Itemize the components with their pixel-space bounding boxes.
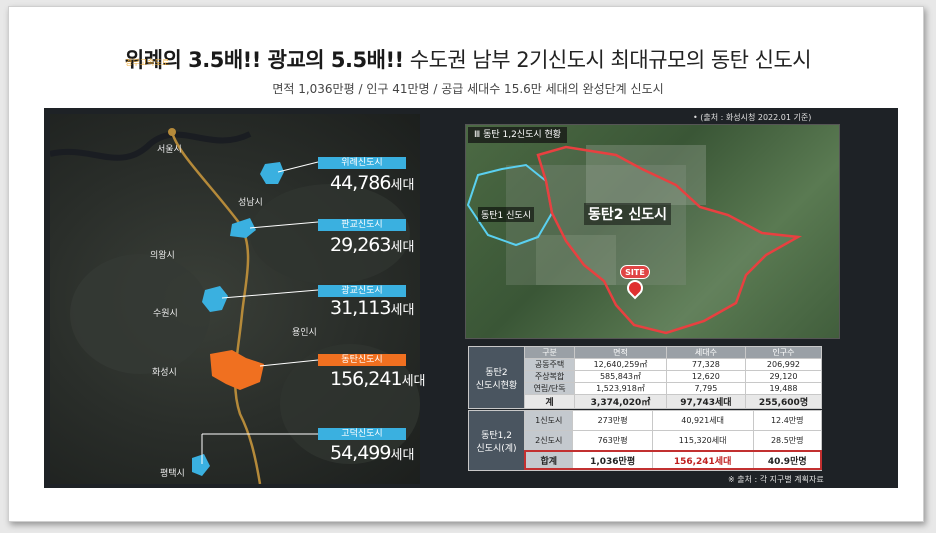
town-label-godeok: 고덕신도시 [318,428,406,440]
city-seoul: 서울시 [157,145,182,155]
table-cell: 585,843㎡ [574,370,667,383]
table-header: 인구수 [744,346,823,359]
dongtan2-table: 동탄2 신도시현황 구분 면적 세대수 인구수 공동주택 12,640,259㎡… [468,346,823,409]
town-count-pangyo: 29,263세대 [330,234,415,256]
table-cell: 1,523,918㎡ [574,382,667,395]
table-cell: 206,992 [744,358,823,371]
table-row: 동탄1,2 신도시(계) 1신도시 273만평 40,921세대 12.4만명 [468,410,822,471]
table-cell: 2신도시 [523,430,574,451]
city-pyeongtaek: 평택시 [160,469,185,479]
headline-rest: 수도권 남부 2기신도시 최대규모의 동탄 신도시 [403,48,812,72]
city-hwaseong: 화성시 [152,368,177,378]
table-cell: 763만평 [572,430,653,451]
table-cell: 주상복합 [523,370,576,383]
site-badge: SITE [620,265,650,279]
table-cell: 29,120 [744,370,823,383]
table-cell: 19,488 [744,382,823,395]
table-cell: 12,640,259㎡ [574,358,667,371]
city-uiwang: 의왕시 [150,251,175,261]
city-seongnam: 성남시 [238,198,263,208]
table-cell: 연립/단독 [523,382,576,395]
dongtan2-table-rowhead: 동탄2 신도시현황 [468,346,525,409]
table-cell: 255,600명 [744,394,823,409]
town-count-gwanggyo: 31,113세대 [330,297,415,319]
town-count-godeok: 54,499세대 [330,442,415,464]
table-cell: 273만평 [572,410,653,431]
table-cell: 12,620 [665,370,746,383]
table-cell: 28.5만명 [752,430,822,451]
dongtan12-table-rowhead: 동탄1,2 신도시(계) [468,410,525,471]
town-label-gwanggyo: 광교신도시 [318,285,406,297]
town-count-dongtan: 156,241세대 [330,368,426,390]
dongtan2-label: 동탄2 신도시 [584,203,672,225]
town-label-wirye: 위례신도시 [318,157,406,169]
expressway-label: 경부고속도로 [125,58,170,67]
table-header: 세대수 [665,346,746,359]
table-cell: 40,921세대 [651,410,754,431]
city-suwon: 수원시 [153,309,178,319]
city-yongin: 용인시 [292,328,317,338]
aerial-map-tag: Ⅲ 동탄 1,2신도시 현황 [468,127,568,143]
table-cell: 1신도시 [523,410,574,431]
subline: 면적 1,036만평 / 인구 41만명 / 공급 세대수 15.6만 세대의 … [272,82,664,96]
town-label-pangyo: 판교신도시 [318,219,406,231]
table-cell: 공동주택 [523,358,576,371]
wirye-shape [260,162,284,184]
aerial-map [465,124,840,339]
source-note-top: • (출처 : 화성시청 2022.01 기준) [693,113,812,122]
source-note-bottom: ※ 출처 : 각 지구별 계획자료 [728,475,824,484]
table-cell: 77,328 [665,358,746,371]
table-cell: 115,320세대 [651,430,754,451]
table-cell: 12.4만명 [752,410,822,431]
aerial-map-graphic [466,145,802,335]
town-label-dongtan: 동탄신도시 [318,354,406,366]
table-header: 면적 [574,346,667,359]
town-count-wirye: 44,786세대 [330,172,415,194]
godeok-shape [192,454,210,476]
dongtan-shape [210,350,264,390]
table-cell: 계 [523,394,576,409]
total-highlight-box [524,450,822,470]
table-cell: 97,743세대 [665,394,746,409]
table-header: 구분 [523,346,576,359]
dongtan1-label: 동탄1 신도시 [478,207,534,222]
table-cell: 7,795 [665,382,746,395]
table-cell: 3,374,020㎡ [574,394,667,409]
